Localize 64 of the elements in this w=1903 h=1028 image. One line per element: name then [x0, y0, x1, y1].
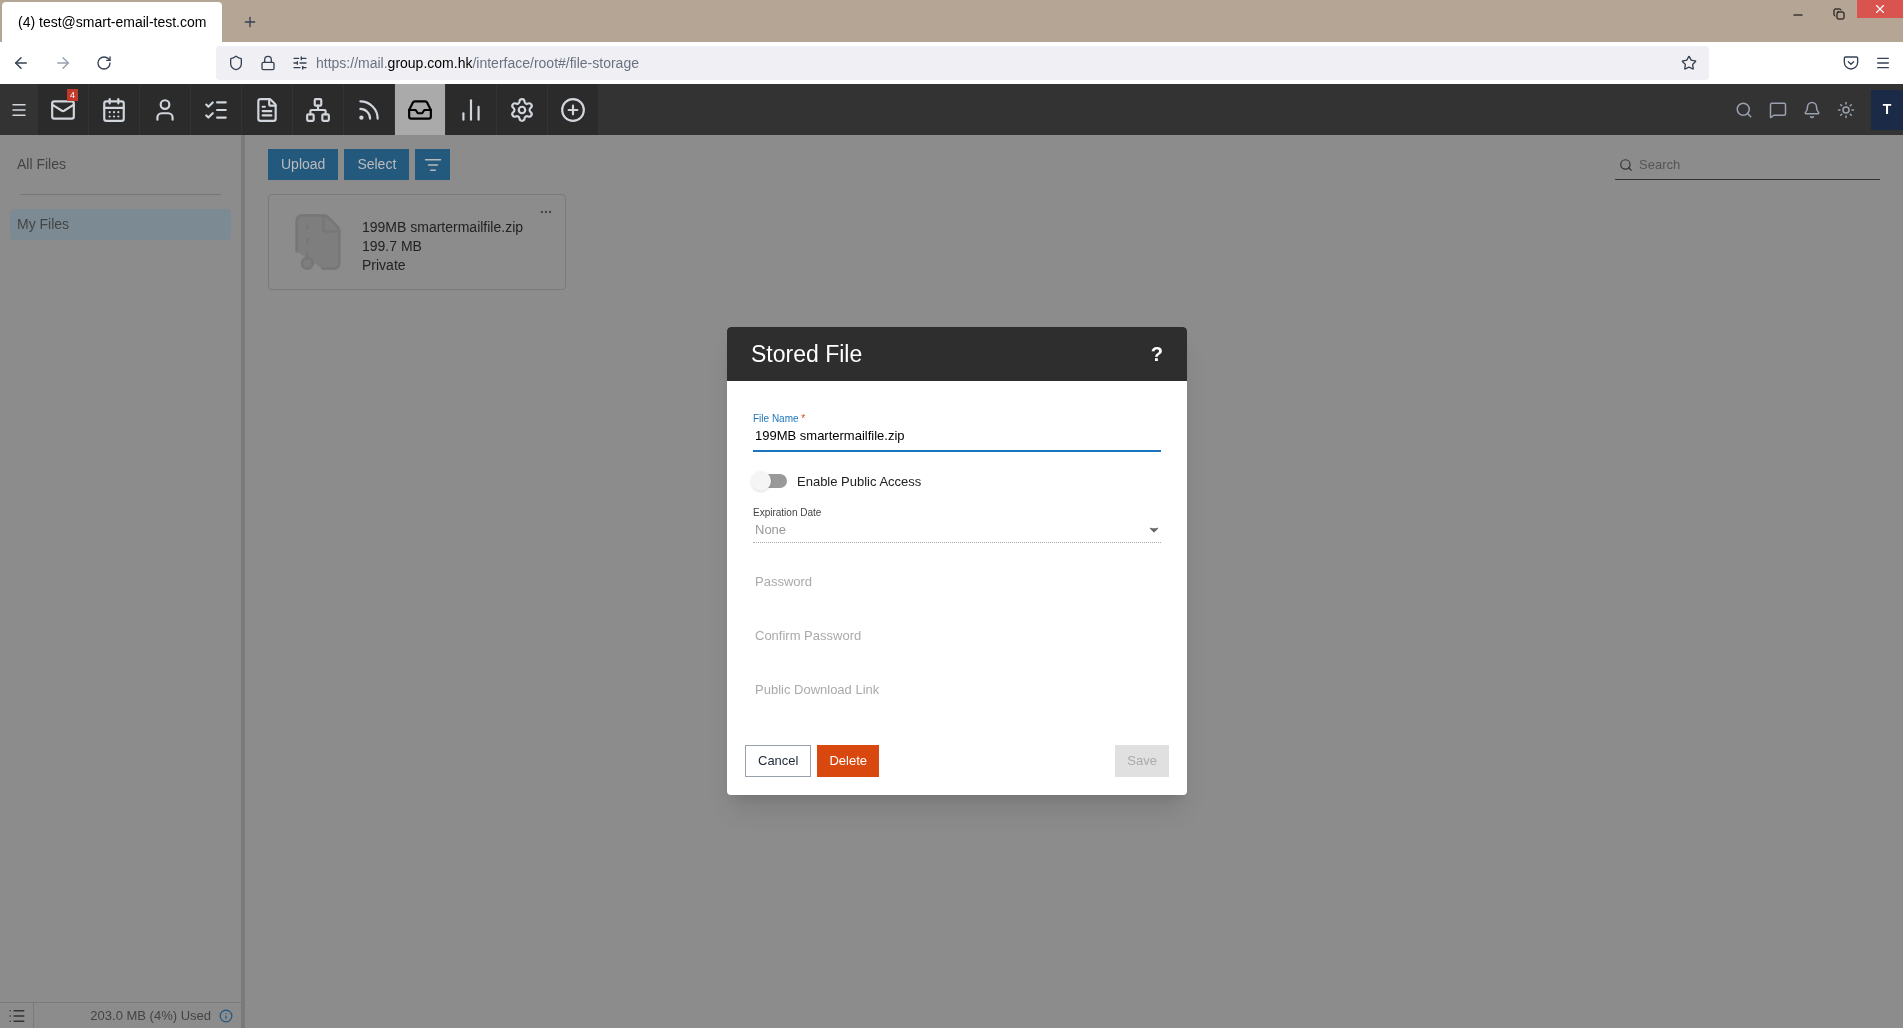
- file-size: 199.7 MB: [362, 236, 423, 256]
- tab-title: (4) test@smart-email-test.com: [18, 12, 207, 32]
- unread-badge: 4: [67, 89, 78, 101]
- restore-icon[interactable]: [1833, 8, 1845, 20]
- pocket-icon[interactable]: [1843, 55, 1859, 71]
- toolbar-button[interactable]: [446, 84, 496, 135]
- hierarchy-icon: [305, 96, 331, 123]
- toolbar-button[interactable]: [89, 84, 139, 135]
- file-name: 199MB smartermailfile.zip: [362, 217, 524, 237]
- storage-usage: 203.0 MB (4%) Used: [90, 1006, 211, 1025]
- plus-circle-icon: [560, 96, 586, 123]
- url-text: group.com.hk: [387, 54, 473, 71]
- toggle-switch[interactable]: [753, 474, 787, 489]
- shield-icon[interactable]: [228, 55, 244, 71]
- document-icon: [254, 96, 280, 123]
- dialog-title: Stored File: [751, 339, 863, 369]
- toolbar-button[interactable]: [548, 84, 598, 135]
- calendar-icon: [101, 96, 127, 123]
- search-icon[interactable]: [1735, 100, 1753, 119]
- user-avatar[interactable]: T: [1871, 89, 1903, 130]
- settings-icon: [509, 96, 535, 123]
- new-tab-icon[interactable]: [242, 14, 258, 30]
- text-field[interactable]: Confirm Password: [753, 620, 1161, 651]
- forward-icon[interactable]: [54, 54, 72, 72]
- toolbar-button[interactable]: [395, 84, 445, 135]
- sun-icon[interactable]: [1837, 100, 1855, 119]
- url-text: https://mail.: [316, 54, 388, 71]
- field-label: File Name *: [753, 412, 807, 426]
- file-visibility: Private: [362, 255, 407, 275]
- toolbar-button[interactable]: [140, 84, 190, 135]
- toolbar-button[interactable]: 4: [38, 84, 88, 135]
- url-text: /interface/root#/file-storage: [472, 54, 639, 71]
- bell-icon[interactable]: [1803, 100, 1821, 119]
- reload-icon[interactable]: [96, 55, 112, 71]
- permissions-icon[interactable]: [292, 55, 308, 71]
- toggle-label: Enable Public Access: [797, 472, 922, 491]
- toolbar-button[interactable]: [191, 84, 241, 135]
- search-icon: [1619, 157, 1633, 172]
- toolbar-button[interactable]: [344, 84, 394, 135]
- sidebar-item[interactable]: All Files: [10, 149, 231, 180]
- lock-icon: [260, 55, 276, 71]
- expiration-dropdown[interactable]: None: [753, 520, 1161, 543]
- sidebar-item[interactable]: My Files: [10, 209, 231, 240]
- dialog-button[interactable]: Delete: [817, 744, 880, 777]
- text-field[interactable]: Public Download Link: [753, 674, 1161, 705]
- toolbar-action[interactable]: Upload: [268, 149, 339, 180]
- text-field[interactable]: Password: [753, 566, 1161, 597]
- field-label: Expiration Date: [753, 506, 823, 520]
- toolbar-button[interactable]: [242, 84, 292, 135]
- toolbar-button[interactable]: [497, 84, 547, 135]
- file-card[interactable]: 199MB smartermailfile.zip 199.7 MB Private: [268, 194, 566, 290]
- browser-tab[interactable]: (4) test@smart-email-test.com: [2, 2, 222, 42]
- toolbar-action[interactable]: Select: [344, 149, 410, 180]
- menu-icon[interactable]: [1875, 55, 1891, 71]
- back-icon[interactable]: [12, 54, 30, 72]
- bookmark-star-icon[interactable]: [1681, 55, 1697, 71]
- file-name-field[interactable]: 199MB smartermailfile.zip: [753, 426, 1161, 452]
- sort-button[interactable]: [415, 149, 451, 180]
- close-icon: [1873, 2, 1887, 16]
- address-bar[interactable]: https://mail.group.com.hk/interface/root#/file-storage: [216, 46, 1709, 80]
- dialog-button[interactable]: Cancel: [745, 744, 812, 777]
- chat-icon[interactable]: [1769, 100, 1787, 119]
- help-button[interactable]: ?: [1150, 339, 1163, 369]
- toolbar-button[interactable]: [293, 84, 343, 135]
